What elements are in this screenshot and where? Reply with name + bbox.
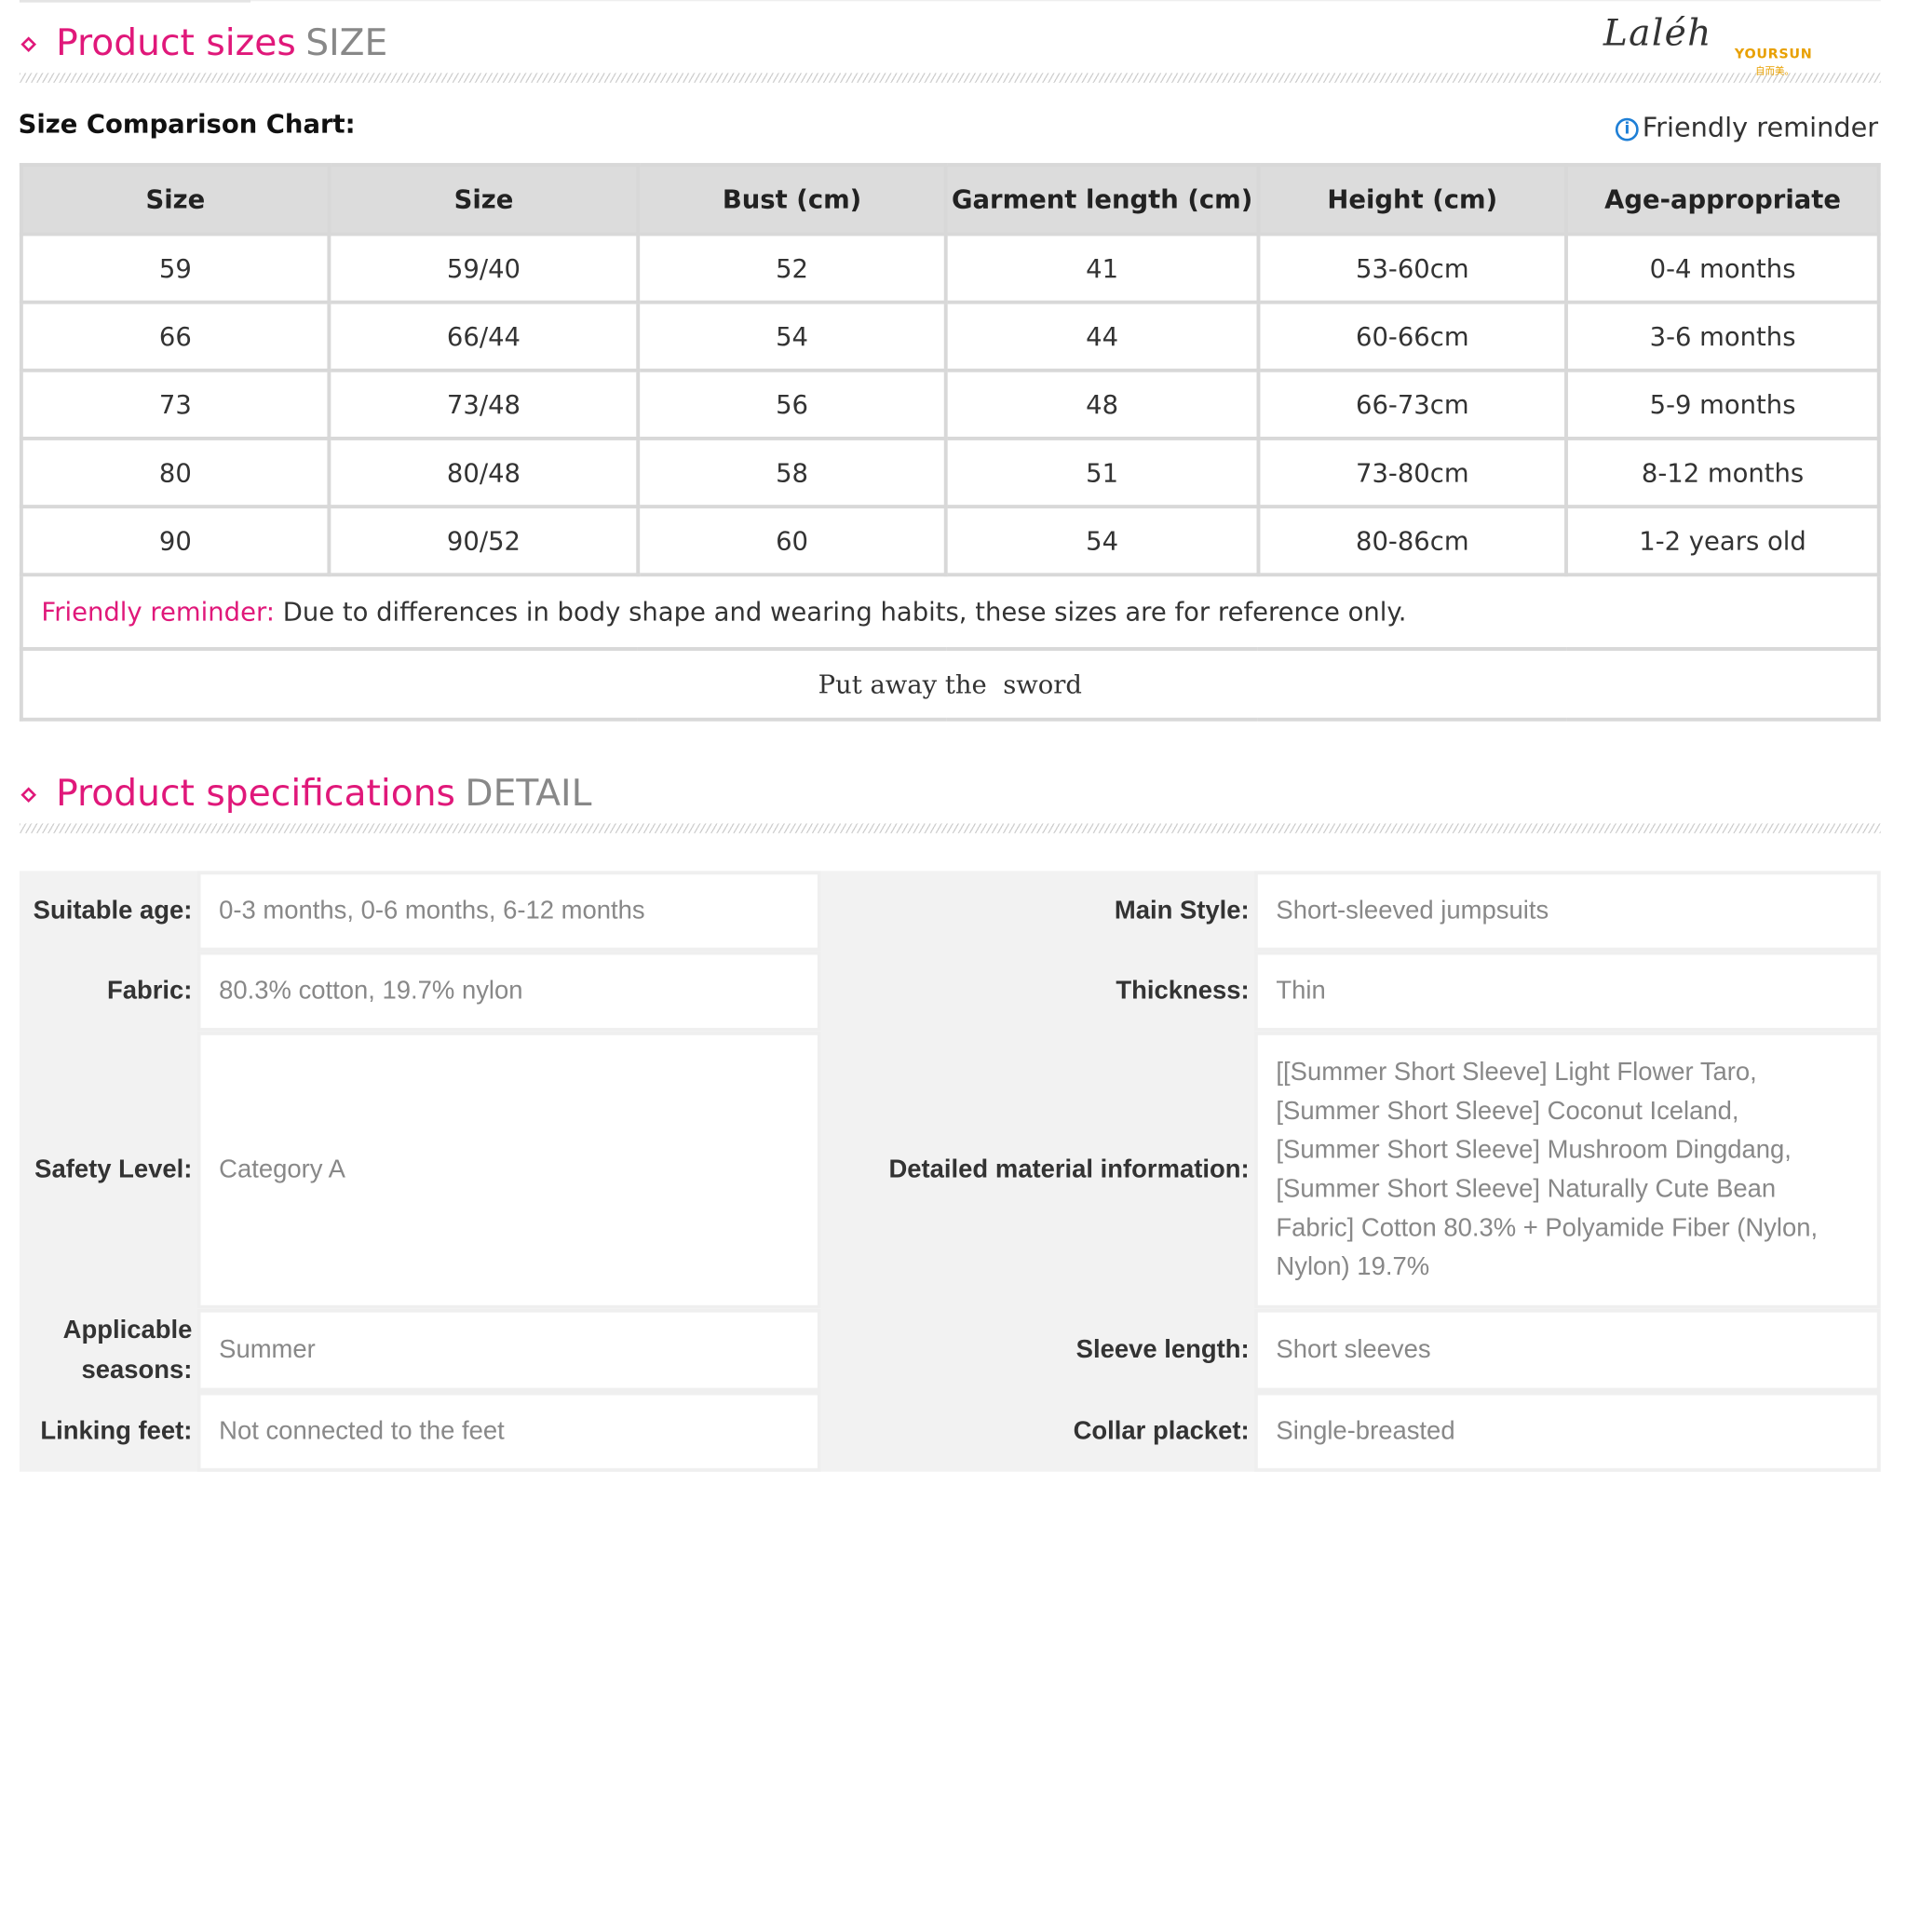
size-section-header: Product sizes SIZE [20, 22, 1881, 71]
table-cell: 44 [944, 300, 1261, 372]
size-section-divider [19, 73, 1881, 83]
spec-section-header: Product specifications DETAIL [20, 773, 1881, 821]
info-icon: i [1616, 117, 1639, 142]
friendly-reminder-link[interactable]: i Friendly reminder [1616, 113, 1878, 143]
diamond-icon [20, 36, 37, 52]
table-cell: 5-9 months [1564, 368, 1881, 440]
size-section-title: Product sizes SIZE [56, 21, 388, 65]
spec-label: Linking feet: [40, 1416, 193, 1446]
spec-label: Suitable age: [33, 896, 193, 925]
brand-logo: Laléh YOURSUN 自而美。 [1603, 12, 1822, 80]
table-cell: 52 [636, 232, 949, 304]
size-section-title-en: SIZE [305, 21, 388, 65]
size-note: Friendly reminder: Due to differences in… [19, 573, 1881, 651]
table-row: 80 80/48 58 51 73-80cm 8-12 months [19, 436, 1881, 509]
spec-section-divider [19, 823, 1881, 833]
table-row: 59 59/40 52 41 53-60cm 0-4 months [19, 232, 1881, 304]
diamond-icon [20, 787, 37, 804]
spec-label: Applicable seasons: [62, 1316, 193, 1385]
spec-value: Single-breasted [1253, 1391, 1881, 1472]
spec-label: Fabric: [106, 977, 193, 1006]
table-cell: 73 [19, 368, 331, 440]
size-note-row: Friendly reminder: Due to differences in… [19, 573, 1881, 651]
spec-value: Summer [196, 1308, 821, 1392]
size-chart-label: Size Comparison Chart: [18, 109, 356, 139]
spec-row: Suitable age: 0-3 months, 0-6 months, 6-… [20, 871, 1881, 952]
table-cell: 58 [636, 436, 949, 509]
table-cell: 51 [944, 436, 1261, 509]
table-cell: 80/48 [327, 436, 640, 509]
logo-brand: YOURSUN [1734, 46, 1813, 62]
spec-label: Collar placket: [1073, 1416, 1250, 1446]
table-cell: 80-86cm [1256, 505, 1569, 577]
table-cell: 56 [636, 368, 949, 440]
table-cell: 59 [19, 232, 331, 304]
table-cell: 48 [944, 368, 1261, 440]
table-cell: 54 [636, 300, 949, 372]
col-bust: Bust (cm) [636, 163, 949, 236]
top-divider-light [250, 0, 1881, 2]
table-row: 73 73/48 56 48 66-73cm 5-9 months [19, 368, 1881, 440]
table-cell: 73/48 [327, 368, 640, 440]
spec-label: Main Style: [1114, 896, 1250, 925]
spec-value: 0-3 months, 0-6 months, 6-12 months [196, 871, 821, 952]
table-cell: 59/40 [327, 232, 640, 304]
table-cell: 8-12 months [1564, 436, 1881, 509]
table-cell: 0-4 months [1564, 232, 1881, 304]
spec-section-title-en: DETAIL [465, 772, 592, 816]
col-height: Height (cm) [1256, 163, 1569, 236]
size-note-label: Friendly reminder: [41, 597, 276, 627]
table-row: 90 90/52 60 54 80-86cm 1-2 years old [19, 505, 1881, 577]
spec-section-title: Product specifications DETAIL [56, 772, 592, 816]
spec-value: Not connected to the feet [196, 1391, 821, 1472]
spec-row: Linking feet: Not connected to the feet … [20, 1391, 1881, 1472]
spec-row: Fabric: 80.3% cotton, 19.7% nylon Thickn… [20, 951, 1881, 1032]
table-row: 66 66/44 54 44 60-66cm 3-6 months [19, 300, 1881, 372]
table-cell: 41 [944, 232, 1261, 304]
col-garment-length: Garment length (cm) [944, 163, 1261, 236]
table-cell: 1-2 years old [1564, 505, 1881, 577]
friendly-reminder-label: Friendly reminder [1642, 113, 1879, 144]
spec-table: Suitable age: 0-3 months, 0-6 months, 6-… [19, 871, 1881, 1472]
spec-value: Category A [196, 1031, 821, 1309]
col-size-alt: Size [327, 163, 640, 236]
table-cell: 73-80cm [1256, 436, 1569, 509]
spec-value: Short-sleeved jumpsuits [1253, 871, 1881, 952]
table-cell: 80 [19, 436, 331, 509]
spec-label: Sleeve length: [1075, 1335, 1250, 1364]
table-cell: 60 [636, 505, 949, 577]
spec-value: Short sleeves [1253, 1308, 1881, 1392]
spec-label: Detailed material information: [888, 1155, 1250, 1184]
logo-brand-cn: 自而美。 [1755, 65, 1794, 77]
table-cell: 66/44 [327, 300, 640, 372]
top-divider [19, 0, 251, 3]
table-cell: 90/52 [327, 505, 640, 577]
table-cell: 54 [944, 505, 1261, 577]
table-cell: 3-6 months [1564, 300, 1881, 372]
spec-value: Thin [1253, 951, 1881, 1032]
spec-label: Safety Level: [34, 1155, 193, 1184]
spec-row: Safety Level: Category A Detailed materi… [20, 1031, 1881, 1309]
table-cell: 60-66cm [1256, 300, 1569, 372]
table-cell: 66-73cm [1256, 368, 1569, 440]
spec-value: 80.3% cotton, 19.7% nylon [196, 951, 821, 1032]
size-note-text: Due to differences in body shape and wea… [275, 597, 1407, 627]
size-table-header: Size Size Bust (cm) Garment length (cm) … [19, 163, 1881, 236]
size-footer-row: Put away the sword [19, 647, 1881, 722]
spec-label: Thickness: [1116, 977, 1250, 1006]
spec-value: [[Summer Short Sleeve] Light Flower Taro… [1253, 1031, 1881, 1309]
spec-row: Applicable seasons: Summer Sleeve length… [20, 1308, 1881, 1392]
logo-script: Laléh [1603, 12, 1712, 55]
table-cell: 53-60cm [1256, 232, 1569, 304]
table-cell: 90 [19, 505, 331, 577]
size-table: Size Size Bust (cm) Garment length (cm) … [19, 163, 1881, 722]
table-cell: 66 [19, 300, 331, 372]
col-age: Age-appropriate [1564, 163, 1881, 236]
size-footer: Put away the sword [19, 647, 1881, 722]
col-size: Size [19, 163, 331, 236]
